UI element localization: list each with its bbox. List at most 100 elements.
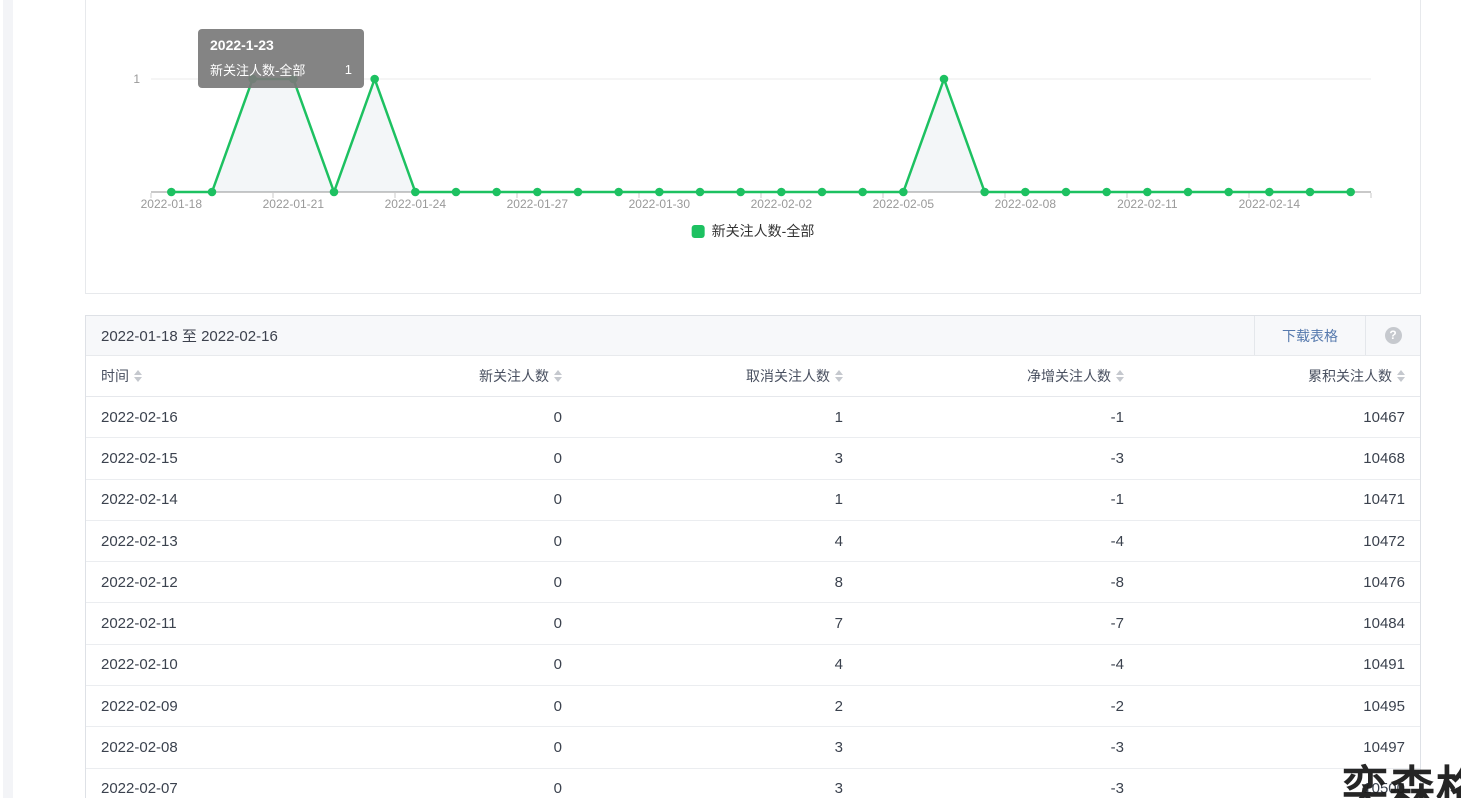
data-point[interactable] [167,188,176,197]
cell-value: 0 [281,574,562,591]
data-point[interactable] [655,188,664,197]
data-point[interactable] [452,188,461,197]
cell-value: -7 [843,615,1124,632]
data-point[interactable] [533,188,542,197]
cell-value: 10495 [1124,698,1405,715]
cell-value: 0 [281,780,562,797]
cell-value: -3 [843,780,1124,797]
data-point[interactable] [1102,188,1111,197]
svg-text:2022-01-30: 2022-01-30 [629,197,691,211]
cell-date: 2022-02-07 [101,780,281,797]
data-point[interactable] [1143,188,1152,197]
data-point[interactable] [899,188,908,197]
sort-icon[interactable] [554,370,562,382]
data-point[interactable] [1184,188,1193,197]
table-row: 2022-02-1304-410472 [86,521,1420,562]
cell-value: 0 [281,450,562,467]
cell-date: 2022-02-12 [101,574,281,591]
svg-text:2022-01-27: 2022-01-27 [507,197,569,211]
cell-value: -4 [843,533,1124,550]
data-point[interactable] [1265,188,1274,197]
sort-icon[interactable] [835,370,843,382]
cell-value: 10468 [1124,450,1405,467]
cell-value: 1 [562,491,843,508]
cell-value: 4 [562,533,843,550]
cell-value: 3 [562,780,843,797]
sort-icon[interactable] [1116,370,1124,382]
data-point[interactable] [330,188,339,197]
chart-legend[interactable]: 新关注人数-全部 [692,221,815,241]
cell-value: 10484 [1124,615,1405,632]
column-header-new-followers[interactable]: 新关注人数 [281,366,562,386]
column-header-net-followers[interactable]: 净增关注人数 [843,366,1124,386]
cell-value: -1 [843,491,1124,508]
data-point[interactable] [208,188,217,197]
cell-value: -8 [843,574,1124,591]
table-row: 2022-02-1401-110471 [86,480,1420,521]
data-point[interactable] [696,188,705,197]
cell-value: 0 [281,615,562,632]
cell-value: -2 [843,698,1124,715]
cell-value: 10491 [1124,656,1405,673]
svg-text:2022-01-21: 2022-01-21 [263,197,325,211]
data-point[interactable] [370,75,379,84]
sort-icon[interactable] [1397,370,1405,382]
cell-date: 2022-02-11 [101,615,281,632]
sort-icon[interactable] [134,370,142,382]
legend-label: 新关注人数-全部 [712,221,815,241]
svg-text:2022-02-08: 2022-02-08 [995,197,1057,211]
column-header-cumulative-followers[interactable]: 累积关注人数 [1124,366,1405,386]
data-point[interactable] [1346,188,1355,197]
svg-text:2022-02-05: 2022-02-05 [873,197,935,211]
data-point[interactable] [411,188,420,197]
cell-value: -3 [843,450,1124,467]
cell-value: -4 [843,656,1124,673]
cell-value: -1 [843,409,1124,426]
data-point[interactable] [980,188,989,197]
column-header-unfollowers[interactable]: 取消关注人数 [562,366,843,386]
data-point[interactable] [940,75,949,84]
cell-value: 0 [281,698,562,715]
left-scroll-strip [3,0,13,798]
help-button[interactable]: ? [1366,316,1420,355]
table-body: 2022-02-1601-1104672022-02-1503-31046820… [86,397,1420,798]
cell-value: 10471 [1124,491,1405,508]
cell-value: 3 [562,450,843,467]
svg-text:1: 1 [133,72,140,86]
svg-text:2022-02-02: 2022-02-02 [751,197,813,211]
followers-chart-card: 12022-01-182022-01-212022-01-242022-01-2… [85,0,1421,294]
data-point[interactable] [1224,188,1233,197]
cell-date: 2022-02-14 [101,491,281,508]
data-point[interactable] [736,188,745,197]
cell-value: 0 [281,533,562,550]
cell-date: 2022-02-16 [101,409,281,426]
data-point[interactable] [858,188,867,197]
column-header-time[interactable]: 时间 [101,366,281,386]
cell-value: 10467 [1124,409,1405,426]
cell-value: 2 [562,698,843,715]
cell-date: 2022-02-15 [101,450,281,467]
cell-value: 4 [562,656,843,673]
cell-value: 7 [562,615,843,632]
cell-date: 2022-02-08 [101,739,281,756]
data-point[interactable] [1021,188,1030,197]
data-point[interactable] [574,188,583,197]
cell-value: 10472 [1124,533,1405,550]
data-point[interactable] [492,188,501,197]
data-point[interactable] [818,188,827,197]
svg-text:2022-01-18: 2022-01-18 [141,197,203,211]
data-point[interactable] [777,188,786,197]
cell-value: 0 [281,409,562,426]
cell-value: 1 [562,409,843,426]
data-point[interactable] [1062,188,1071,197]
tooltip-series-name: 新关注人数-全部 [210,60,305,79]
data-point[interactable] [614,188,623,197]
cell-date: 2022-02-13 [101,533,281,550]
date-range-label: 2022-01-18 至 2022-02-16 [86,316,1254,355]
question-mark-icon: ? [1385,327,1402,344]
table-row: 2022-02-0803-310497 [86,727,1420,768]
cell-date: 2022-02-09 [101,698,281,715]
download-table-button[interactable]: 下载表格 [1255,316,1365,355]
data-point[interactable] [1306,188,1315,197]
cell-value: 8 [562,574,843,591]
